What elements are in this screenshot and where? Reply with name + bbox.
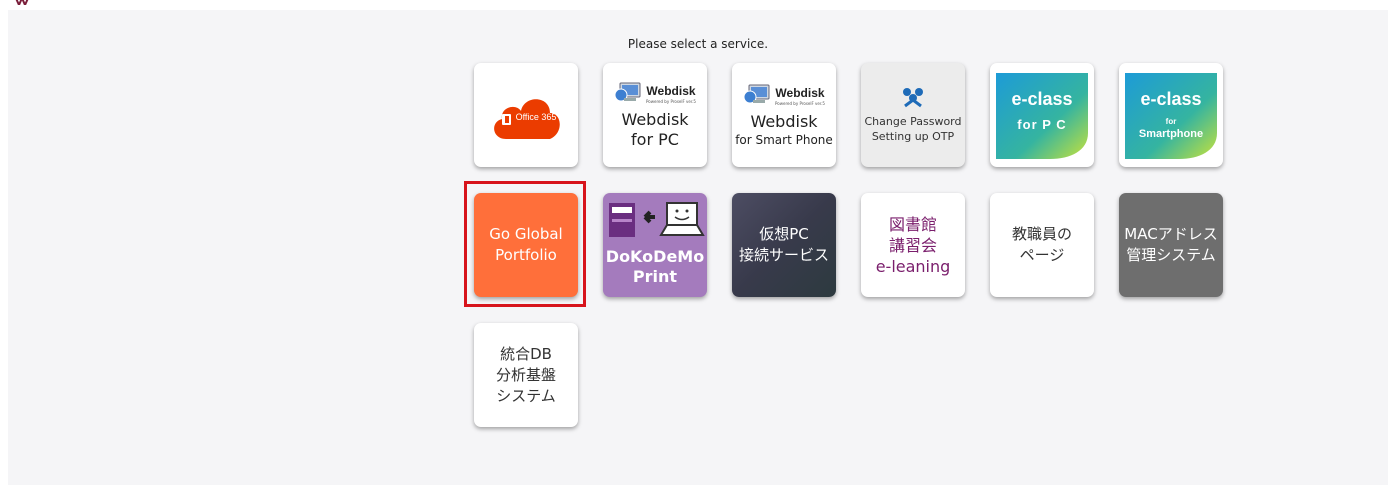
top-bar <box>0 0 1394 10</box>
eclass-sp-subtitle: for Smartphone <box>1119 116 1223 140</box>
users-icon <box>903 88 923 108</box>
library-line1: 図書館 <box>888 214 937 234</box>
service-panel: Please select a service. Office 365 Webd… <box>8 10 1388 485</box>
webdisk-logo-subtext: Powered by ProselF ver.5 <box>646 99 696 104</box>
library-line3: e-leaning <box>875 256 951 276</box>
tile-eclass-smartphone[interactable]: e-class for Smartphone <box>1119 63 1223 167</box>
setting-otp-label: Setting up OTP <box>871 130 955 143</box>
tile-faculty-page[interactable]: 教職員の ページ <box>990 193 1094 297</box>
tile-webdisk-smartphone[interactable]: Webdisk Powered by ProselF ver.5 Webdisk… <box>732 63 836 167</box>
eclass-pc-title: e-class <box>1011 89 1073 109</box>
eclass-sp-for: for <box>1165 117 1177 126</box>
faculty-line2: ページ <box>1019 246 1065 264</box>
db-line3: システム <box>496 386 556 405</box>
eclass-sp-smartphone: Smartphone <box>1138 128 1204 140</box>
webdisk-logo-subtext: Powered by ProselF ver.5 <box>775 101 825 106</box>
eclass-leaf-icon <box>1125 73 1217 159</box>
tile-integrated-db[interactable]: 統合DB 分析基盤 システム <box>474 323 578 427</box>
go-global-line2: Portfolio <box>495 246 557 264</box>
eclass-leaf-icon <box>996 73 1088 159</box>
mac-line2: 管理システム <box>1126 246 1216 264</box>
tile-change-password[interactable]: Change Password Setting up OTP <box>861 63 965 167</box>
go-global-line1: Go Global <box>489 225 563 243</box>
webdisk-logo: Webdisk Powered by ProselF ver.5 <box>743 82 825 106</box>
webdisk-logo-text: Webdisk <box>775 86 825 100</box>
page-prompt: Please select a service. <box>627 37 769 51</box>
library-line2: 講習会 <box>888 235 937 255</box>
webdisk-sp-subtitle: for Smart Phone <box>735 133 833 147</box>
webdisk-computer-icon <box>743 84 770 104</box>
db-line1: 統合DB <box>500 344 552 363</box>
office365-logo-icon: Office 365 <box>488 89 564 141</box>
webdisk-pc-subtitle: for PC <box>631 130 679 149</box>
virtual-pc-line1: 仮想PC <box>759 225 809 243</box>
webdisk-sp-title: Webdisk <box>750 112 818 131</box>
change-password-label: Change Password <box>864 115 962 128</box>
tile-library-e-learning[interactable]: 図書館 講習会 e-leaning <box>861 193 965 297</box>
tile-virtual-pc[interactable]: 仮想PC 接続サービス <box>732 193 836 297</box>
tile-office365[interactable]: Office 365 <box>474 63 578 167</box>
eclass-pc-subtitle: for P C <box>1017 117 1067 132</box>
tile-mac-address-system[interactable]: MACアドレス 管理システム <box>1119 193 1223 297</box>
eclass-sp-title: e-class <box>1140 89 1202 109</box>
webdisk-logo: Webdisk Powered by ProselF ver.5 <box>614 80 696 104</box>
webdisk-pc-title: Webdisk <box>621 110 689 129</box>
tile-dokodemo-print[interactable]: DoKoDeMo Print <box>603 193 707 297</box>
dokodemo-line2: Print <box>632 267 678 286</box>
db-line2: 分析基盤 <box>495 365 556 384</box>
webdisk-computer-icon <box>614 82 641 102</box>
tile-go-global-portfolio[interactable]: Go Global Portfolio <box>474 193 578 297</box>
faculty-line1: 教職員の <box>1011 225 1072 243</box>
university-logo-icon <box>15 0 29 5</box>
tile-eclass-pc[interactable]: e-class for P C <box>990 63 1094 167</box>
dokodemo-line1: DoKoDeMo <box>605 247 705 266</box>
tile-webdisk-pc[interactable]: Webdisk Powered by ProselF ver.5 Webdisk… <box>603 63 707 167</box>
office365-label: Office 365 <box>515 112 557 122</box>
printer-laptop-icon <box>609 202 705 237</box>
mac-line1: MACアドレス <box>1124 225 1218 243</box>
webdisk-logo-text: Webdisk <box>646 84 696 98</box>
virtual-pc-line2: 接続サービス <box>738 246 829 264</box>
